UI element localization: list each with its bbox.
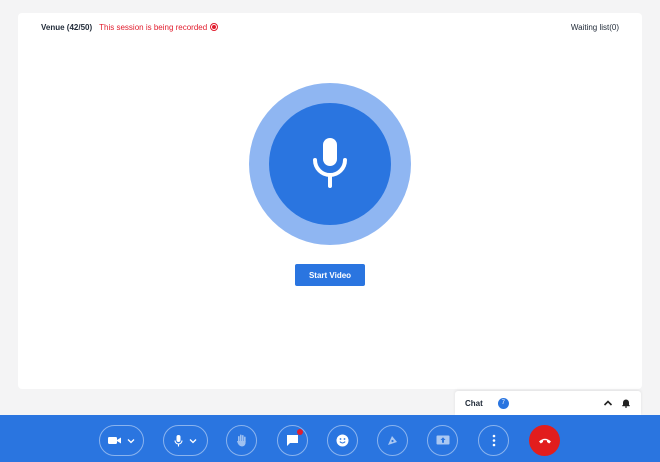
reactions-button[interactable] <box>327 425 358 456</box>
venue-count: Venue (42/50) <box>41 22 93 32</box>
share-screen-icon <box>436 435 449 445</box>
chat-label: Chat <box>465 398 483 408</box>
start-video-button[interactable]: Start Video <box>295 264 365 286</box>
chevron-down-icon <box>189 438 197 443</box>
record-icon <box>210 23 219 31</box>
share-screen-button[interactable] <box>427 425 458 456</box>
pen-tool-icon <box>388 436 397 445</box>
waiting-list-link[interactable]: Waiting list(0) <box>571 23 619 32</box>
smiley-icon <box>336 434 349 447</box>
chat-button[interactable] <box>277 425 308 456</box>
microphone-icon <box>174 434 183 446</box>
raise-hand-icon <box>237 434 246 447</box>
more-vertical-icon <box>492 434 495 447</box>
hang-up-icon <box>538 438 551 443</box>
bell-icon[interactable] <box>621 398 631 408</box>
microphone-toggle-button[interactable] <box>163 425 208 456</box>
end-call-button[interactable] <box>529 425 560 456</box>
chat-unread-badge: 7 <box>497 397 509 409</box>
camera-toggle-button[interactable] <box>99 425 144 456</box>
chevron-down-icon <box>127 438 135 443</box>
audio-avatar <box>249 83 411 245</box>
chevron-up-icon[interactable] <box>603 398 613 408</box>
raise-hand-button[interactable] <box>226 425 257 456</box>
audio-avatar-inner <box>269 103 391 225</box>
notification-dot <box>297 429 303 435</box>
call-toolbar <box>0 415 660 462</box>
chat-panel-tab[interactable]: Chat 7 <box>455 391 641 415</box>
session-topbar: Venue (42/50) This session is being reco… <box>41 21 619 33</box>
microphone-icon <box>313 138 347 188</box>
chat-bubble-icon <box>287 435 298 446</box>
recording-text: This session is being recorded <box>99 22 208 32</box>
video-camera-icon <box>108 437 121 444</box>
video-stage: Venue (42/50) This session is being reco… <box>18 13 642 389</box>
recording-notice: This session is being recorded <box>99 22 219 32</box>
more-options-button[interactable] <box>478 425 509 456</box>
whiteboard-button[interactable] <box>377 425 408 456</box>
